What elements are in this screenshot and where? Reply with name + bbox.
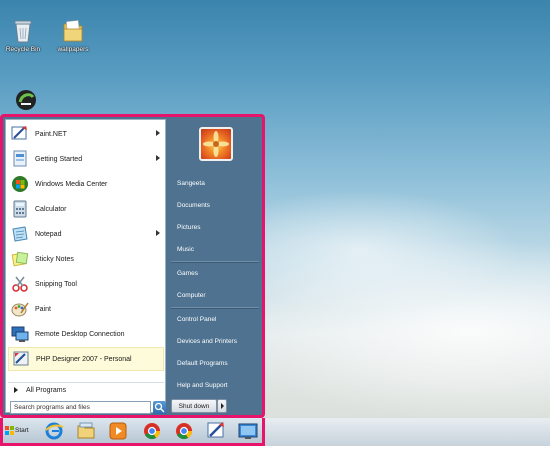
- places-label: Computer: [177, 291, 206, 299]
- paint-net-icon: [11, 125, 29, 143]
- shutdown-label: Shut down: [178, 402, 210, 410]
- program-remote-desktop[interactable]: Remote Desktop Connection: [8, 322, 164, 346]
- program-getting-started[interactable]: Getting Started: [8, 147, 164, 171]
- arrow-right-icon: [14, 387, 18, 393]
- program-snipping-tool[interactable]: Snipping Tool: [8, 272, 164, 296]
- sticky-notes-icon: [11, 250, 29, 268]
- places-computer[interactable]: Computer: [171, 287, 259, 303]
- chrome-icon[interactable]: [173, 421, 195, 441]
- program-paint[interactable]: Paint: [8, 297, 164, 321]
- programs-pane: Paint.NET Getting Started Windows Media …: [5, 119, 166, 414]
- search-placeholder: Search programs and files: [14, 404, 90, 411]
- shutdown-button[interactable]: Shut down: [171, 399, 217, 413]
- places-label: Devices and Printers: [177, 337, 237, 345]
- submenu-arrow-icon: [156, 155, 160, 161]
- submenu-arrow-icon: [156, 130, 160, 136]
- paint-icon: [11, 300, 29, 318]
- desktop-icon-label: Recycle Bin: [5, 46, 41, 53]
- folder-icon: [61, 18, 85, 44]
- places-label: Control Panel: [177, 315, 217, 323]
- search-input[interactable]: Search programs and files: [10, 401, 151, 414]
- php-designer-icon: [13, 88, 37, 114]
- program-label: Snipping Tool: [35, 280, 77, 288]
- start-label: Start: [15, 427, 29, 434]
- places-label: Default Programs: [177, 359, 228, 367]
- program-label: Notepad: [35, 230, 62, 238]
- places-music[interactable]: Music: [171, 241, 259, 257]
- program-label: Remote Desktop Connection: [35, 330, 125, 338]
- program-notepad[interactable]: Notepad: [8, 222, 164, 246]
- program-label: Windows Media Center: [35, 180, 108, 188]
- start-menu: Paint.NET Getting Started Windows Media …: [0, 114, 265, 418]
- divider: [171, 307, 259, 309]
- program-sticky-notes[interactable]: Sticky Notes: [8, 247, 164, 271]
- paint-net-icon[interactable]: [205, 421, 227, 441]
- taskbar: Start: [0, 418, 265, 446]
- desktop-icon-wallpapers[interactable]: wallpapers: [53, 18, 93, 53]
- taskbar-empty-area[interactable]: [265, 418, 550, 446]
- media-player-icon[interactable]: [107, 421, 129, 441]
- places-pictures[interactable]: Pictures: [171, 219, 259, 235]
- places-default-programs[interactable]: Default Programs: [171, 355, 259, 371]
- places-label: Games: [177, 269, 198, 277]
- desktop-icon-shortcut[interactable]: [5, 88, 45, 114]
- divider: [171, 261, 259, 263]
- remote-desktop-icon: [11, 325, 29, 343]
- start-button[interactable]: Start: [5, 423, 33, 438]
- file-explorer-icon[interactable]: [75, 421, 97, 441]
- search-icon[interactable]: [153, 401, 166, 414]
- program-windows-media-center[interactable]: Windows Media Center: [8, 172, 164, 196]
- windows-logo-icon: [5, 426, 14, 435]
- places-pane: Sangeeta Documents Pictures Music Games …: [167, 119, 262, 413]
- user-picture[interactable]: [199, 127, 233, 161]
- notepad-icon: [11, 225, 29, 243]
- places-label: Pictures: [177, 223, 201, 231]
- program-label: Paint.NET: [35, 130, 67, 138]
- program-php-designer[interactable]: PHP Designer 2007 - Personal: [8, 347, 164, 371]
- all-programs-label: All Programs: [26, 386, 67, 394]
- places-user[interactable]: Sangeeta: [171, 175, 259, 191]
- program-label: Paint: [35, 305, 51, 313]
- shutdown-options-button[interactable]: [217, 399, 227, 413]
- places-control-panel[interactable]: Control Panel: [171, 311, 259, 327]
- places-label: Music: [177, 245, 194, 253]
- php-designer-icon: [12, 350, 30, 368]
- places-label: Help and Support: [177, 381, 228, 389]
- program-label: Calculator: [35, 205, 67, 213]
- getting-started-icon: [11, 150, 29, 168]
- places-devices-printers[interactable]: Devices and Printers: [171, 333, 259, 349]
- desktop-icon-label: wallpapers: [57, 46, 89, 53]
- media-center-icon: [11, 175, 29, 193]
- places-games[interactable]: Games: [171, 265, 259, 281]
- places-label: Documents: [177, 201, 210, 209]
- places-label: Sangeeta: [177, 179, 205, 187]
- program-label: Getting Started: [35, 155, 83, 163]
- internet-explorer-icon[interactable]: [43, 421, 65, 441]
- program-paint-net[interactable]: Paint.NET: [8, 122, 164, 146]
- program-label: PHP Designer 2007 - Personal: [36, 355, 132, 363]
- places-help-support[interactable]: Help and Support: [171, 377, 259, 393]
- all-programs-button[interactable]: All Programs: [8, 382, 164, 397]
- snipping-tool-icon: [11, 275, 29, 293]
- calculator-icon: [11, 200, 29, 218]
- program-label: Sticky Notes: [35, 255, 74, 263]
- remote-desktop-icon[interactable]: [237, 421, 259, 441]
- chrome-icon[interactable]: [141, 421, 163, 441]
- places-documents[interactable]: Documents: [171, 197, 259, 213]
- desktop-icon-recycle-bin[interactable]: Recycle Bin: [3, 18, 43, 53]
- program-calculator[interactable]: Calculator: [8, 197, 164, 221]
- submenu-arrow-icon: [156, 230, 160, 236]
- recycle-bin-icon: [11, 18, 35, 44]
